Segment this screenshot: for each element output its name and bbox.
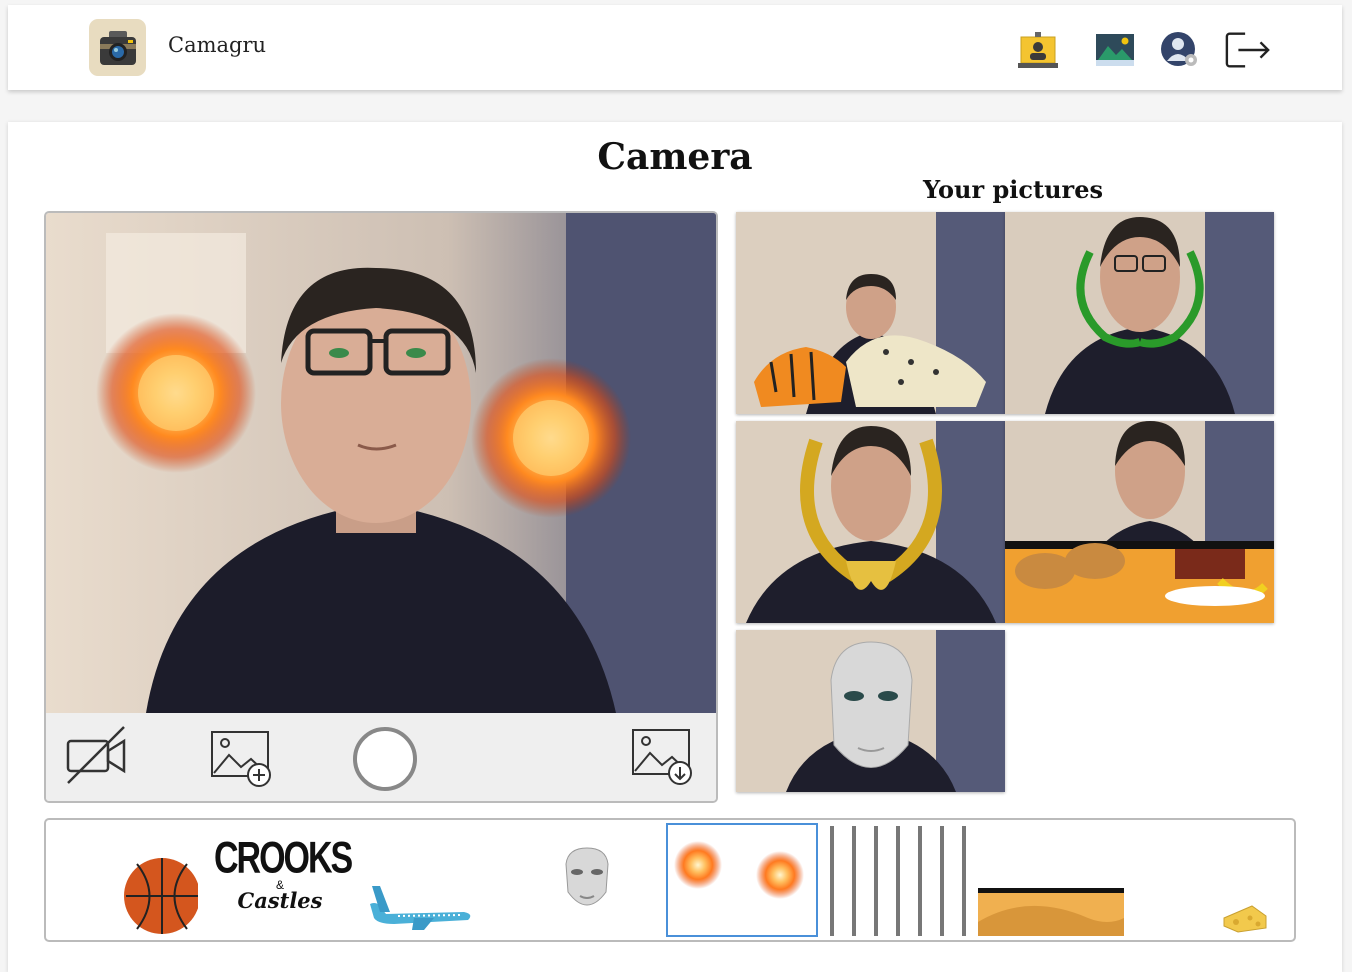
camera-preview [46,213,716,713]
picture-thumbnail[interactable] [1005,212,1274,414]
page-title: Camera [597,136,753,178]
picture-thumbnail[interactable] [736,421,1005,623]
pictures-heading: Your pictures [923,175,1103,204]
sticker-crooks-and-castles-logo[interactable]: CROOKS & Castles [214,836,353,913]
download-image-icon[interactable] [630,727,696,791]
picture-thumbnail[interactable] [1005,421,1274,623]
sticker-cheese[interactable] [1222,904,1268,938]
app-name[interactable]: Camagru [168,33,266,57]
crooks-logo-bottom: Castles [237,888,323,913]
sticker-desert[interactable] [978,888,1124,940]
navbar: Camagru [8,5,1342,90]
sticker-fireballs[interactable] [666,823,818,937]
webcam-icon[interactable] [1014,27,1062,73]
logout-icon[interactable] [1224,27,1272,73]
camera-logo-icon[interactable] [89,19,146,76]
upload-image-icon[interactable] [209,729,275,793]
crooks-logo-top: CROOKS [214,833,353,883]
picture-thumbnail[interactable] [736,630,1005,792]
camera-panel [44,211,718,803]
capture-icon[interactable] [351,725,419,797]
account-settings-icon[interactable] [1156,27,1204,73]
camera-controls [46,713,716,801]
camera-card: Camera Your pictures CROOKS & Castles [8,122,1342,972]
picture-thumbnail[interactable] [736,212,1005,414]
sticker-strip: CROOKS & Castles [44,818,1296,942]
sticker-bars[interactable] [826,826,968,940]
gallery-icon[interactable] [1090,27,1138,73]
sticker-mask[interactable] [562,846,612,916]
sticker-airplane[interactable] [364,882,476,936]
camera-off-icon[interactable] [64,725,128,791]
sticker-basketball[interactable] [122,854,200,940]
